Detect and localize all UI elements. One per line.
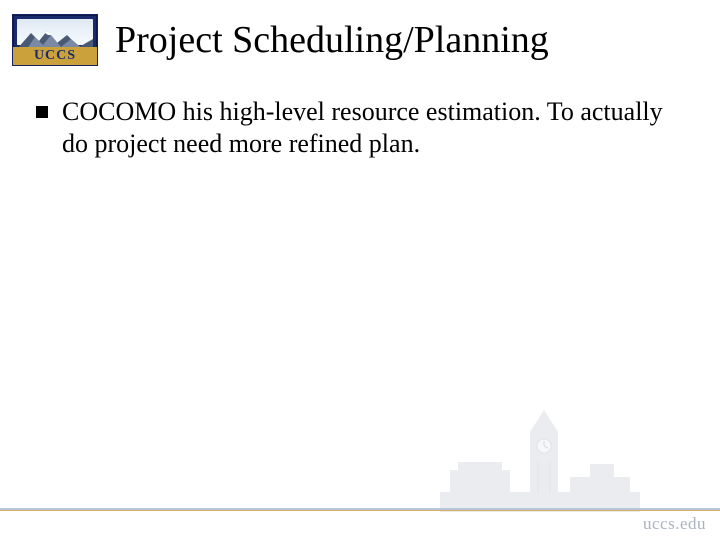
square-bullet-icon (36, 106, 48, 118)
slide-body: COCOMO his high-level resource estimatio… (36, 96, 680, 159)
footer-domain: uccs.edu (643, 514, 706, 534)
bullet-text: COCOMO his high-level resource estimatio… (62, 96, 680, 159)
footer-divider (0, 508, 720, 510)
clock-tower-watermark (440, 392, 640, 512)
logo-band: UCCS (13, 47, 97, 65)
logo-mountain (17, 29, 93, 49)
slide: UCCS Project Scheduling/Planning COCOMO … (0, 0, 720, 540)
bullet-item: COCOMO his high-level resource estimatio… (36, 96, 680, 159)
uccs-logo: UCCS (12, 14, 98, 66)
logo-text: UCCS (34, 48, 76, 64)
slide-title: Project Scheduling/Planning (115, 18, 700, 62)
